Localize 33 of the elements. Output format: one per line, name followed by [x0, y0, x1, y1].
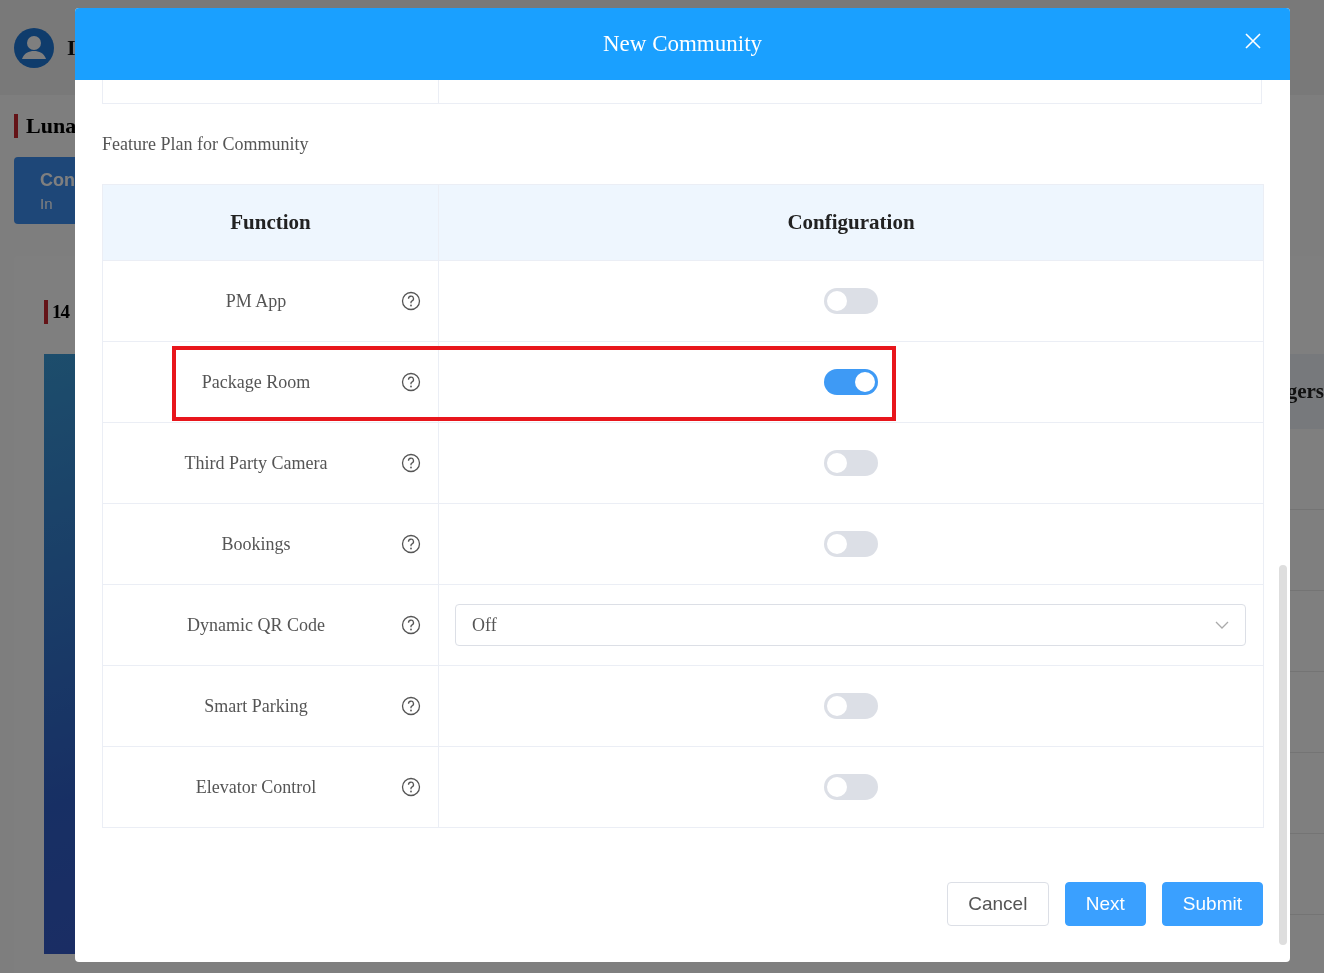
dialog-title: New Community	[602, 31, 763, 57]
scrollbar[interactable]	[1279, 565, 1287, 945]
toggle-switch[interactable]	[823, 450, 878, 476]
help-icon[interactable]	[401, 615, 421, 635]
function-name: Bookings	[220, 533, 292, 555]
select-field[interactable]: Off	[455, 604, 1246, 646]
function-name: PM App	[224, 290, 288, 312]
toggle-switch[interactable]	[823, 369, 878, 395]
help-icon[interactable]	[401, 777, 421, 797]
toggle-switch[interactable]	[823, 531, 878, 557]
header-text: I	[67, 34, 76, 61]
function-name: Package Room	[200, 371, 312, 393]
section-label: Feature Plan for Community	[102, 134, 310, 156]
column-header: Configuration	[786, 209, 916, 236]
function-name: Elevator Control	[194, 776, 318, 798]
column-header: Function	[103, 185, 439, 260]
toggle-switch[interactable]	[823, 693, 878, 719]
help-icon[interactable]	[401, 534, 421, 554]
avatar-icon[interactable]	[14, 27, 54, 68]
help-icon[interactable]	[401, 696, 421, 716]
toggle-switch[interactable]	[823, 774, 878, 800]
function-name: Third Party Camera	[183, 452, 329, 474]
help-icon[interactable]	[401, 453, 421, 473]
dialog-button[interactable]: Cancel	[946, 882, 1049, 926]
chevron-down-icon	[1215, 621, 1229, 629]
function-name: Smart Parking	[203, 695, 309, 717]
card-title: 14	[52, 301, 69, 323]
help-icon[interactable]	[401, 372, 421, 392]
function-name: Dynamic QR Code	[186, 614, 326, 636]
help-icon[interactable]	[401, 291, 421, 311]
close-icon	[1245, 33, 1261, 49]
toggle-switch[interactable]	[823, 288, 878, 314]
page-title: Luna	[26, 113, 77, 139]
